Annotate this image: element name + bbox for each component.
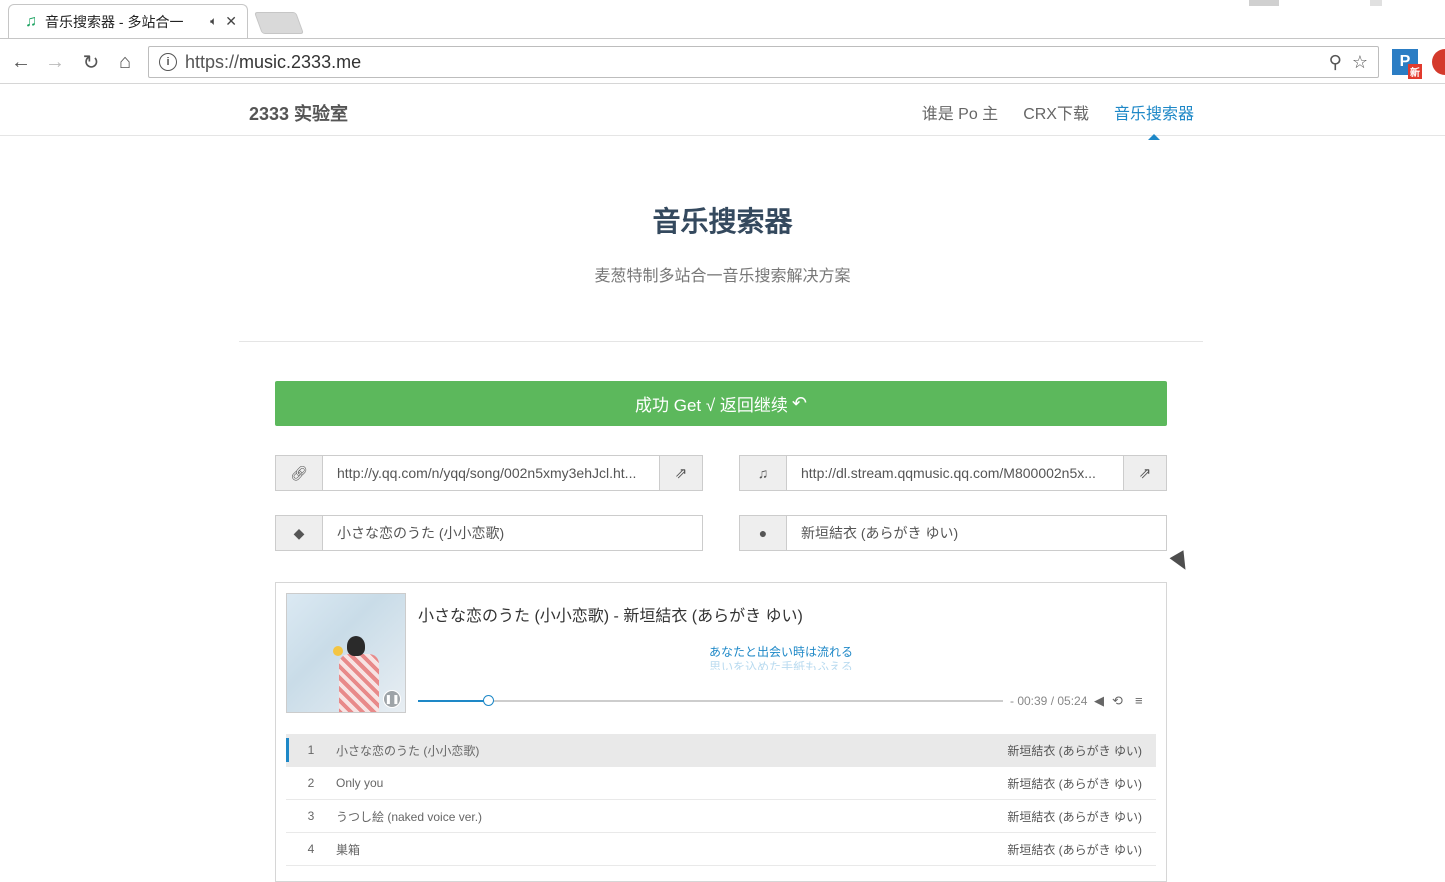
site-navbar: 2333 实验室 谁是 Po 主 CRX下载 音乐搜索器 (0, 84, 1445, 140)
progress-fill (418, 700, 489, 702)
now-playing-title: 小さな恋のうた (小小恋歌) - 新垣結衣 (あらがき ゆい) (418, 608, 803, 625)
info-icon[interactable]: i (159, 53, 177, 71)
audio-link-group: ♫ http://dl.stream.qqmusic.qq.com/M80000… (739, 455, 1167, 491)
reply-icon: ↶ (791, 393, 807, 413)
nav-links: 谁是 Po 主 CRX下载 音乐搜索器 (922, 100, 1194, 140)
playlist-row[interactable]: 4 巣箱 新垣結衣 (あらがき ゆい) (286, 833, 1156, 866)
audio-link-field[interactable]: http://dl.stream.qqmusic.qq.com/M800002n… (787, 456, 1123, 490)
mouse-cursor (1169, 550, 1193, 574)
nav-item-music-search[interactable]: 音乐搜索器 (1114, 100, 1194, 140)
playlist-row[interactable]: 1 小さな恋のうた (小小恋歌) 新垣結衣 (あらがき ゆい) (286, 734, 1156, 767)
track-name: 巣箱 (336, 842, 361, 857)
external-link-icon[interactable]: ⇗ (659, 456, 702, 490)
artist-name-field[interactable]: 新垣結衣 (あらがき ゆい) (787, 516, 1166, 550)
address-bar[interactable]: i https://music.2333.me ⚲ ☆ (148, 46, 1379, 78)
music-player: ❚❚ 小さな恋のうた (小小恋歌) - 新垣結衣 (あらがき ゆい) あなたと出… (275, 582, 1167, 882)
music-note-icon: ♫ (25, 12, 37, 30)
artist-name-group: ● 新垣結衣 (あらがき ゆい) (739, 515, 1167, 551)
reload-icon[interactable]: ↻ (78, 49, 104, 75)
song-name-field[interactable]: 小さな恋のうた (小小恋歌) (323, 516, 702, 550)
new-tab-button[interactable] (253, 12, 305, 34)
song-name-group: ◆ 小さな恋のうた (小小恋歌) (275, 515, 703, 551)
playlist: 1 小さな恋のうた (小小恋歌) 新垣結衣 (あらがき ゆい) 2 Only you 新垣… (286, 734, 1156, 866)
progress-handle[interactable] (483, 695, 495, 706)
tag-icon: ◆ (276, 516, 323, 550)
track-number: 3 (307, 809, 315, 823)
user-icon: ● (740, 516, 787, 550)
page-subtitle: 麦葱特制多站合一音乐搜索解决方案 (594, 268, 851, 285)
loop-icon[interactable]: ⟲ (1112, 693, 1123, 709)
external-link-icon[interactable]: ⇗ (1123, 456, 1166, 490)
lyric-next: 思いを込めた手紙もふえる (709, 660, 853, 670)
time-display: - 00:39 / 05:24 (1010, 694, 1088, 708)
browser-tabstrip: ♫ 音乐搜索器 - 多站合一 🔈︎ ✕ (0, 0, 1445, 38)
star-icon[interactable]: ☆ (1352, 52, 1368, 73)
maximize-button[interactable] (1370, 0, 1382, 6)
extension-p-icon[interactable]: P 新 (1392, 49, 1422, 79)
track-artist: 新垣結衣 (あらがき ゆい) (1007, 809, 1142, 824)
page-title: 音乐搜索器 (652, 206, 793, 237)
back-continue-button[interactable]: 成功 Get √ 返回继续 ↶ (275, 381, 1167, 426)
close-icon[interactable]: ✕ (225, 13, 237, 30)
link-icon: 🔗︎ (276, 456, 323, 490)
speaker-icon[interactable]: 🔈︎ (210, 14, 217, 29)
track-name: Only you (336, 776, 384, 790)
divider (239, 341, 1203, 342)
track-number: 1 (307, 743, 315, 757)
track-artist: 新垣結衣 (あらがき ゆい) (1007, 842, 1142, 857)
album-cover[interactable]: ❚❚ (286, 593, 406, 713)
nav-item-crx[interactable]: CRX下载 (1023, 100, 1089, 124)
playlist-row[interactable]: 3 うつし絵 (naked voice ver.) 新垣結衣 (あらがき ゆい) (286, 800, 1156, 833)
track-number: 2 (307, 776, 315, 790)
playlist-row[interactable]: 2 Only you 新垣結衣 (あらがき ゆい) (286, 767, 1156, 800)
music-icon: ♫ (740, 456, 787, 490)
pause-icon[interactable]: ❚❚ (383, 690, 401, 708)
extension-badge: 新 (1408, 64, 1422, 79)
back-arrow-icon[interactable]: ← (8, 49, 34, 75)
song-link-field[interactable]: http://y.qq.com/n/yqq/song/002n5xmy3ehJc… (323, 456, 659, 490)
forward-arrow-icon[interactable]: → (42, 49, 68, 75)
zoom-icon[interactable]: ⚲ (1329, 52, 1342, 73)
url-text[interactable]: https://music.2333.me (185, 52, 1329, 73)
extension-red-icon[interactable] (1432, 49, 1445, 75)
track-artist: 新垣結衣 (あらがき ゆい) (1007, 776, 1142, 791)
site-brand[interactable]: 2333 实验室 (249, 100, 348, 126)
song-link-group: 🔗︎ http://y.qq.com/n/yqq/song/002n5xmy3e… (275, 455, 703, 491)
track-name: うつし絵 (naked voice ver.) (336, 809, 483, 824)
nav-item-po[interactable]: 谁是 Po 主 (922, 100, 998, 124)
track-artist: 新垣結衣 (あらがき ゆい) (1007, 743, 1142, 758)
progress-bar[interactable] (418, 695, 1003, 706)
browser-tab[interactable]: ♫ 音乐搜索器 - 多站合一 🔈︎ ✕ (8, 4, 248, 38)
tab-title: 音乐搜索器 - 多站合一 (45, 13, 184, 30)
track-number: 4 (307, 842, 315, 856)
menu-icon[interactable]: ≡ (1135, 693, 1143, 708)
minimize-button[interactable] (1249, 0, 1279, 6)
volume-icon[interactable]: ◀︎ (1094, 693, 1104, 709)
home-icon[interactable]: ⌂ (112, 49, 138, 75)
browser-toolbar: ← → ↻ ⌂ i https://music.2333.me ⚲ ☆ P 新 (0, 38, 1445, 84)
track-name: 小さな恋のうた (小小恋歌) (336, 743, 480, 758)
